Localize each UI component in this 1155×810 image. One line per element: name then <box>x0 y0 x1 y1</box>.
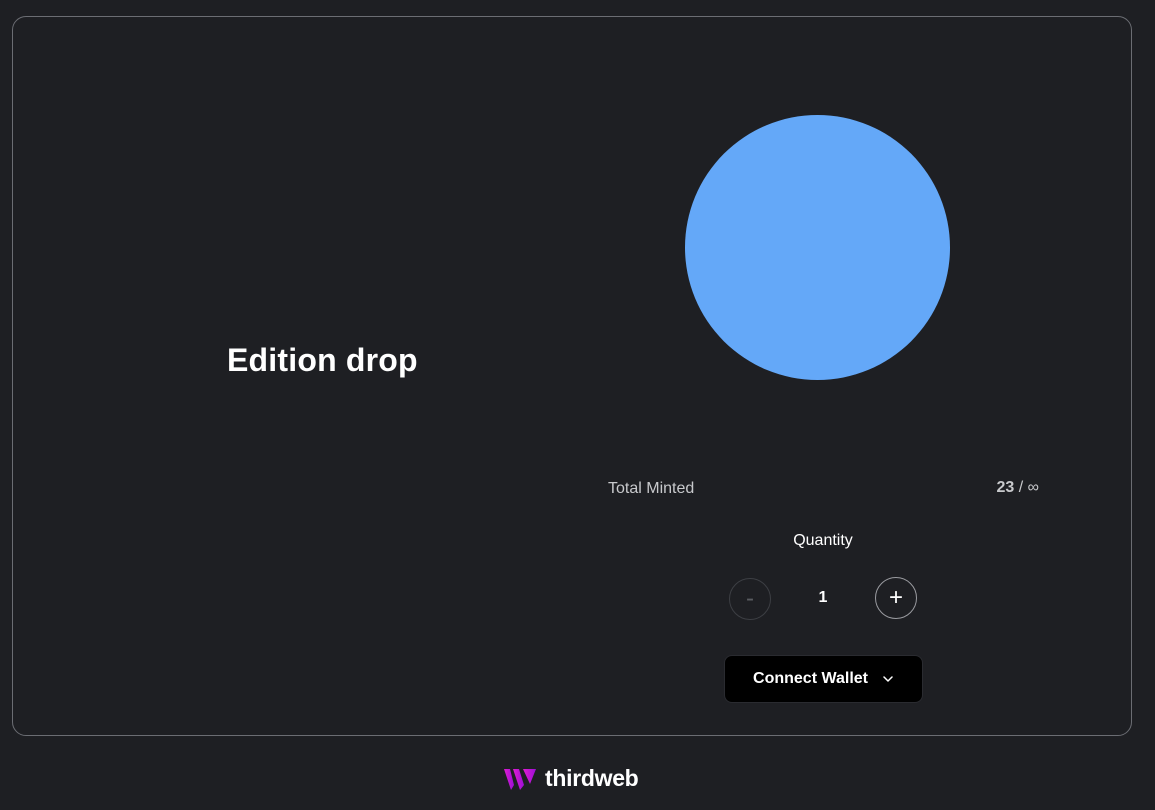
brand-wordmark: thirdweb <box>545 765 639 791</box>
minted-separator: / <box>1018 479 1024 496</box>
increment-button[interactable]: + <box>875 577 917 619</box>
thirdweb-logo-icon <box>504 768 536 790</box>
total-minted-label: Total Minted <box>608 480 695 497</box>
nft-image <box>685 115 950 380</box>
minted-max: ∞ <box>1027 479 1039 496</box>
quantity-label: Quantity <box>793 532 853 549</box>
quantity-value: 1 <box>818 589 828 606</box>
drop-title: Edition drop <box>227 342 418 378</box>
chevron-down-icon <box>883 676 893 682</box>
footer-brand[interactable]: thirdweb <box>503 765 639 792</box>
total-minted-value: 23 / ∞ <box>996 479 1039 497</box>
connect-wallet-label: Connect Wallet <box>753 670 868 687</box>
drop-card: Edition drop Total Minted 23 / ∞ Quantit… <box>12 16 1132 736</box>
connect-wallet-button[interactable]: Connect Wallet <box>724 655 923 703</box>
minted-count: 23 <box>996 479 1015 496</box>
decrement-button[interactable]: - <box>729 578 771 620</box>
